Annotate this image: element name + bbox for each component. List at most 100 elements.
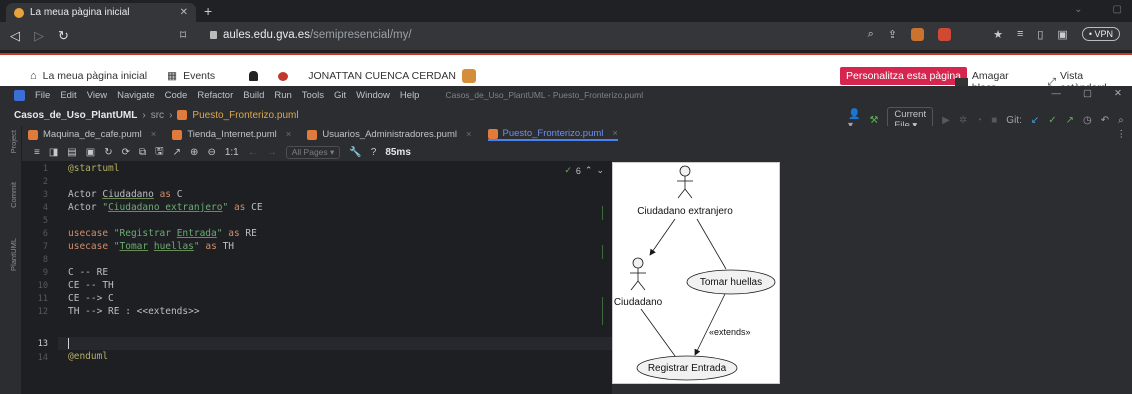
restore-window-icon[interactable]: ▢ — [1113, 4, 1122, 15]
stop-icon[interactable]: ■ — [991, 115, 997, 126]
share-icon[interactable]: ⇪ — [888, 28, 897, 41]
run-icon[interactable]: ▶ — [942, 115, 950, 126]
copy-icon[interactable]: ⧉ — [139, 147, 146, 158]
pages-select[interactable]: All Pages ▾ — [285, 145, 341, 159]
tab-maquina-de-cafe[interactable]: Maquina_de_cafe.puml × — [28, 129, 156, 140]
open-external-icon[interactable]: ↗ — [173, 147, 181, 158]
breadcrumb-project[interactable]: Casos_de_Uso_PlantUML — [14, 110, 137, 121]
coverage-icon[interactable]: ◔ — [976, 115, 982, 126]
menu-icon[interactable]: ≡ — [34, 147, 40, 158]
tab-search-icon[interactable]: ≡ — [1017, 28, 1023, 40]
history-icon[interactable]: ◷ — [1083, 115, 1092, 126]
prev-page-icon[interactable]: ← — [248, 147, 258, 158]
puml-file-icon — [172, 129, 183, 140]
menu-tools[interactable]: Tools — [302, 90, 324, 101]
chevron-up-icon[interactable]: ⌃ — [585, 165, 593, 176]
layout-editor-icon[interactable]: ▤ — [67, 147, 76, 158]
personalize-button[interactable]: Personalitza esta pàgina — [840, 67, 967, 85]
extends-label: «extends» — [709, 327, 751, 337]
sync-icon[interactable]: ⟳ — [122, 147, 130, 158]
browser-tab-strip: La meua pàgina inicial ✕ + ⌄ ▢ — [0, 0, 1132, 22]
tab-puesto-fronterizo[interactable]: Puesto_Fronterizo.puml × — [487, 128, 618, 141]
menu-git[interactable]: Git — [334, 90, 346, 101]
close-tab-icon[interactable]: × — [612, 128, 618, 139]
avatar[interactable] — [461, 69, 476, 83]
menu-run[interactable]: Run — [274, 90, 291, 101]
maximize-icon[interactable]: ▢ — [1083, 88, 1092, 99]
sidebar-icon[interactable]: ▯ — [1037, 28, 1043, 41]
calendar-icon: ▦ — [167, 70, 178, 82]
breadcrumb-folder[interactable]: src — [151, 110, 164, 121]
vpn-badge[interactable]: • VPN — [1081, 27, 1120, 41]
bell-icon[interactable] — [249, 71, 259, 81]
layout-preview-icon[interactable]: ▣ — [86, 147, 95, 158]
minimize-icon[interactable]: — — [1052, 88, 1062, 99]
save-icon[interactable]: 🖫 — [155, 144, 164, 161]
menu-window[interactable]: Window — [356, 90, 390, 101]
back-icon[interactable]: ◁ — [10, 28, 20, 44]
chevron-down-icon[interactable]: ⌄ — [596, 165, 604, 176]
bookmark-page-icon[interactable]: ⌑ — [180, 28, 186, 42]
events-link[interactable]: Events — [183, 70, 215, 82]
refresh-icon[interactable]: ↻ — [104, 147, 112, 158]
pages-label: All Pages — [291, 146, 328, 157]
menu-help[interactable]: Help — [400, 90, 420, 101]
menu-build[interactable]: Build — [243, 90, 264, 101]
forward-icon[interactable]: ▷ — [34, 28, 44, 44]
layout-editor-preview-icon[interactable]: ◨ — [49, 147, 58, 158]
hammer-icon[interactable]: ⚒ — [869, 115, 878, 126]
search-icon[interactable]: ⌕ — [1118, 115, 1124, 126]
code-line: usecase "Tomar huellas" as TH — [68, 241, 234, 252]
extension-icon[interactable] — [911, 27, 925, 41]
settings-wrench-icon[interactable]: 🔧 — [349, 147, 361, 158]
close-tab-icon[interactable]: ✕ — [180, 7, 188, 18]
menu-code[interactable]: Code — [165, 90, 188, 101]
new-tab-icon[interactable]: + — [204, 3, 212, 19]
project-tool-tab[interactable]: Project — [9, 130, 18, 153]
close-icon[interactable]: ✕ — [1114, 88, 1122, 99]
close-tab-icon[interactable]: × — [286, 129, 292, 140]
uml-diagram-preview[interactable]: Ciudadano extranjero Ciudadano Tomar hue… — [612, 162, 780, 384]
user-name[interactable]: JONATTAN CUENCA CERDAN — [308, 70, 456, 82]
actual-size-button[interactable]: 1:1 — [225, 147, 239, 158]
tab-tienda-internet[interactable]: Tienda_Internet.puml × — [172, 129, 291, 140]
close-tab-icon[interactable]: × — [466, 129, 472, 140]
home-link[interactable]: La meua pàgina inicial — [43, 70, 148, 82]
code-editor[interactable]: 1 2 3 4 5 6 7 8 9 10 11 12 13 14 ✓ 6 ⌃ ⌄… — [22, 161, 612, 394]
zoom-in-icon[interactable]: ⊕ — [190, 147, 198, 158]
debug-icon[interactable]: ✲ — [959, 115, 967, 126]
plantuml-toolbar: ≡ ◨ ▤ ▣ ↻ ⟳ ⧉ 🖫 ↗ ⊕ ⊖ 1:1 ← → All Pages … — [22, 143, 1132, 161]
menu-navigate[interactable]: Navigate — [117, 90, 155, 101]
commit-tool-tab[interactable]: Commit — [9, 182, 18, 208]
chevron-down-icon[interactable]: ⌄ — [1074, 4, 1082, 15]
git-update-icon[interactable]: ↙ — [1031, 115, 1039, 126]
inspections-widget[interactable]: ✓ 6 ⌃ ⌄ — [564, 165, 604, 176]
tab-usuarios-administradores[interactable]: Usuarios_Administradores.puml × — [307, 129, 472, 140]
breadcrumb-file[interactable]: Puesto_Fronterizo.puml — [192, 110, 298, 121]
editor-tabs: Maquina_de_cafe.puml × Tienda_Internet.pu… — [22, 126, 1132, 143]
chat-icon[interactable] — [278, 71, 289, 81]
rollback-icon[interactable]: ↶ — [1101, 115, 1109, 126]
git-push-icon[interactable]: ↗ — [1066, 115, 1074, 126]
help-button[interactable]: ? — [371, 147, 377, 158]
string-quote: " — [222, 202, 229, 213]
git-commit-icon[interactable]: ✓ — [1048, 115, 1056, 126]
browser-tab[interactable]: La meua pàgina inicial ✕ — [6, 3, 196, 22]
wallet-icon[interactable]: ▣ — [1057, 28, 1067, 41]
star-icon[interactable]: ★ — [993, 28, 1003, 41]
zoom-out-icon[interactable]: ⊖ — [207, 147, 215, 158]
zoom-icon[interactable]: ⌕ — [868, 28, 874, 41]
reload-icon[interactable]: ↻ — [58, 28, 69, 44]
line-number: 10 — [37, 281, 48, 291]
plantuml-tool-tab[interactable]: PlantUML — [9, 238, 18, 271]
menu-refactor[interactable]: Refactor — [197, 90, 233, 101]
menu-edit[interactable]: Edit — [60, 90, 76, 101]
more-tabs-icon[interactable]: ⋮ — [1117, 129, 1127, 140]
menu-view[interactable]: View — [87, 90, 107, 101]
extension-icon[interactable] — [938, 27, 952, 41]
menu-file[interactable]: File — [35, 90, 50, 101]
line-number: 2 — [42, 177, 48, 187]
url-field[interactable]: aules.edu.gva.es/semipresencial/my/ — [210, 29, 412, 41]
next-page-icon[interactable]: → — [267, 147, 277, 158]
close-tab-icon[interactable]: × — [151, 129, 157, 140]
